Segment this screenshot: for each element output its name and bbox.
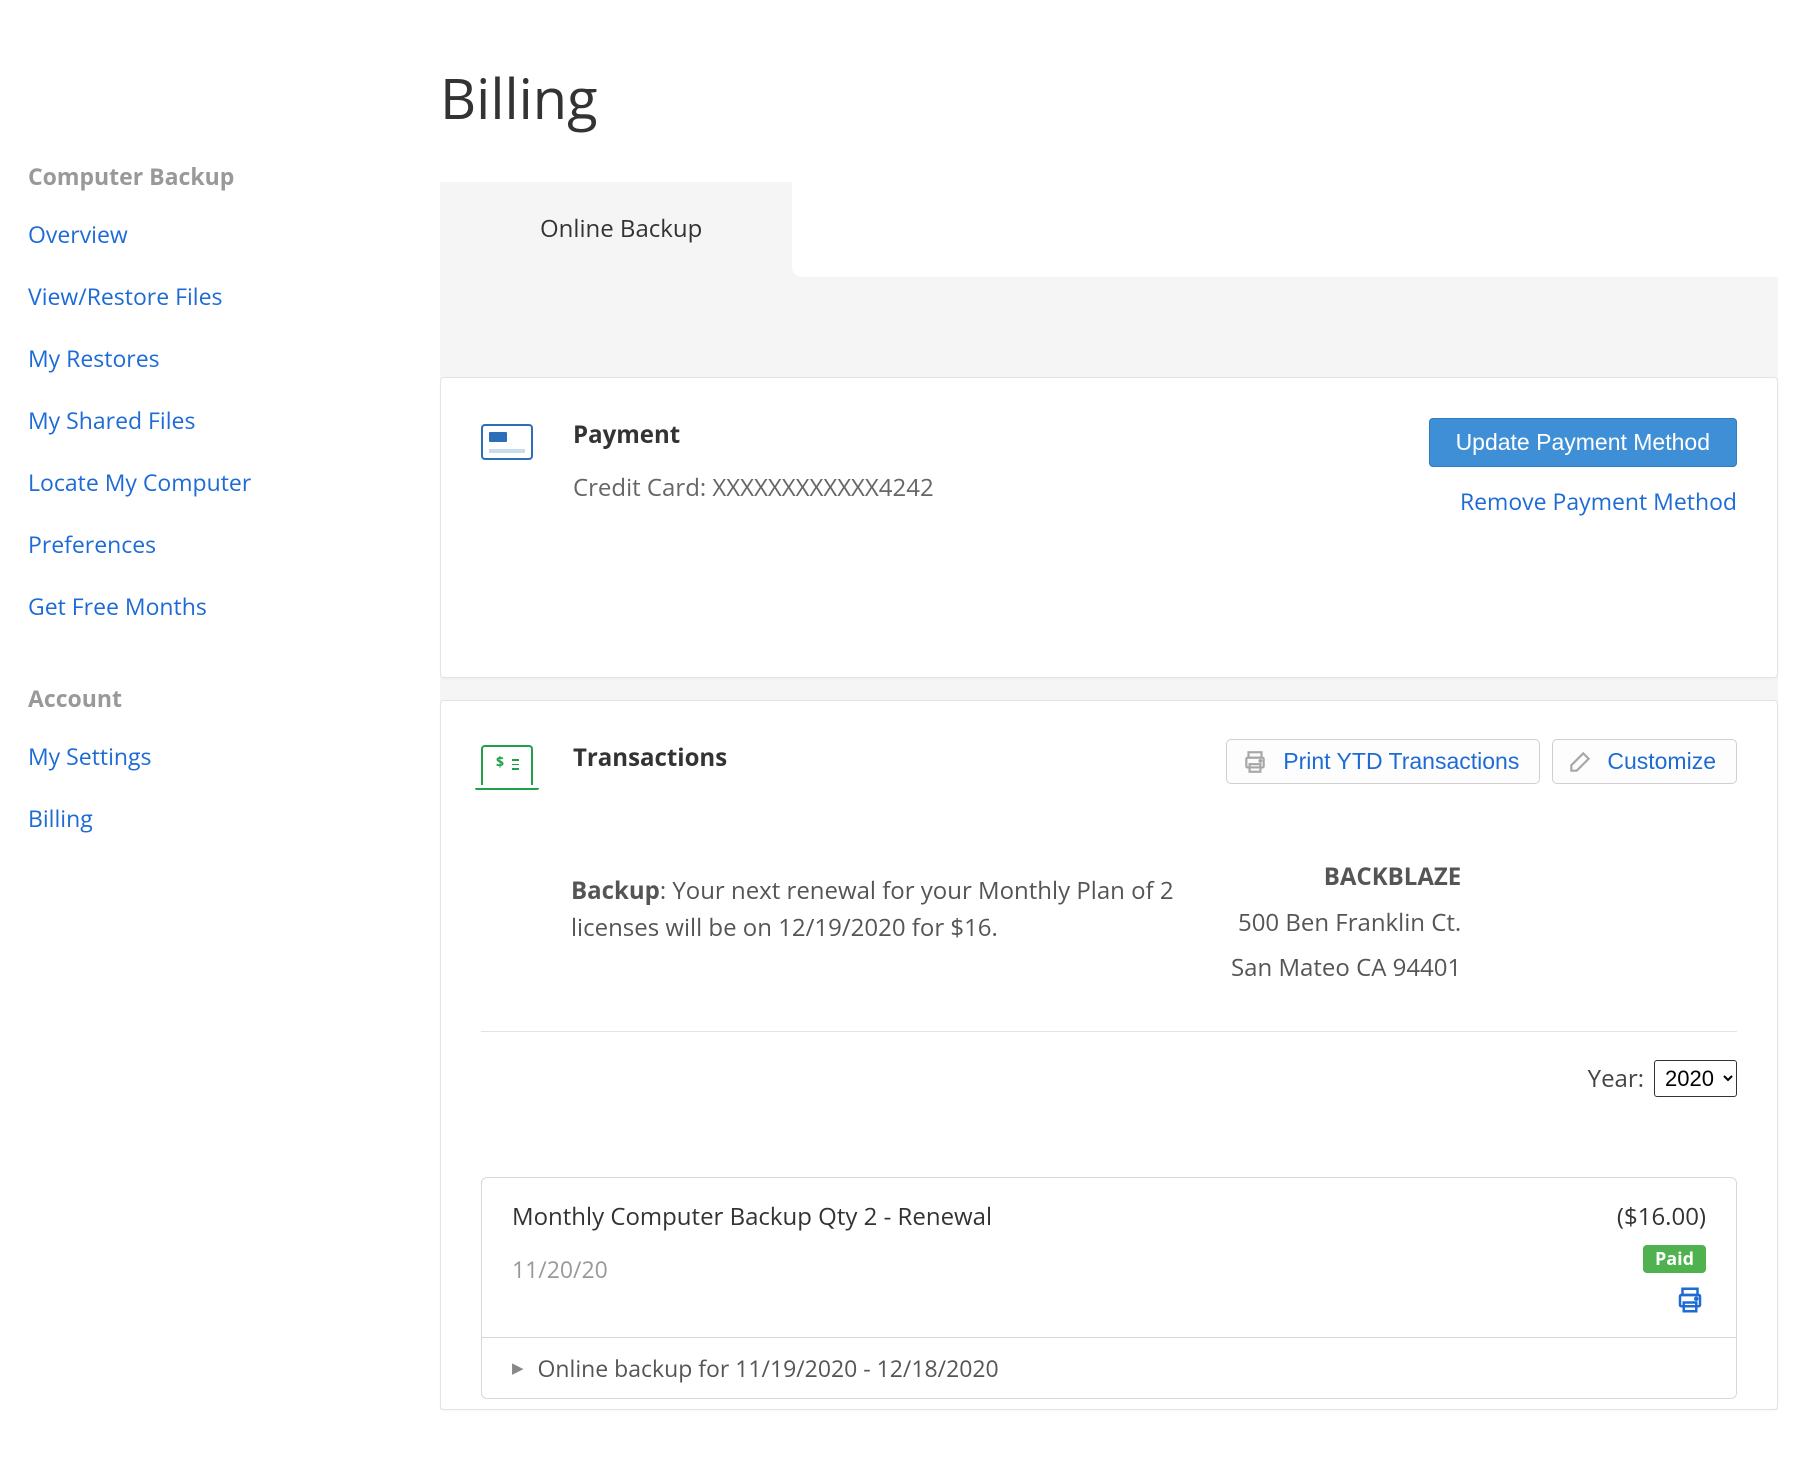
print-icon xyxy=(1241,749,1269,775)
sidebar-section-account: Account xyxy=(28,682,410,714)
chevron-right-icon: ▶ xyxy=(512,1358,524,1378)
transaction-detail-toggle[interactable]: ▶ Online backup for 11/19/2020 - 12/18/2… xyxy=(482,1337,1736,1398)
company-addr2: San Mateo CA 94401 xyxy=(1231,945,1461,991)
page-title: Billing xyxy=(440,60,1778,136)
sidebar-item-overview[interactable]: Overview xyxy=(28,218,410,250)
paid-badge: Paid xyxy=(1643,1245,1706,1273)
transaction-detail-text: Online backup for 11/19/2020 - 12/18/202… xyxy=(538,1352,999,1384)
sidebar-item-locate-my-computer[interactable]: Locate My Computer xyxy=(28,466,410,498)
print-transaction-icon[interactable] xyxy=(1674,1285,1706,1315)
update-payment-button[interactable]: Update Payment Method xyxy=(1429,418,1737,467)
renewal-text: : Your next renewal for your Monthly Pla… xyxy=(571,874,1174,944)
renewal-info: Backup: Your next renewal for your Month… xyxy=(571,854,1191,946)
sidebar-item-preferences[interactable]: Preferences xyxy=(28,528,410,560)
transaction-date: 11/20/20 xyxy=(512,1253,992,1285)
transactions-title: Transactions xyxy=(573,741,1190,774)
sidebar-item-get-free-months[interactable]: Get Free Months xyxy=(28,590,410,622)
credit-card-icon xyxy=(481,424,533,460)
company-addr1: 500 Ben Franklin Ct. xyxy=(1231,900,1461,946)
renewal-label: Backup xyxy=(571,874,660,907)
pencil-icon xyxy=(1567,749,1593,775)
customize-button[interactable]: Customize xyxy=(1552,739,1737,784)
tab-online-backup[interactable]: Online Backup xyxy=(440,182,792,277)
payment-card: Payment Credit Card: XXXXXXXXXXXX4242 Up… xyxy=(440,377,1778,678)
transactions-card: $ Transactions Print YTD Transactions xyxy=(440,700,1778,1410)
year-label: Year: xyxy=(1588,1062,1644,1095)
remove-payment-link[interactable]: Remove Payment Method xyxy=(1460,485,1737,517)
transaction-title: Monthly Computer Backup Qty 2 - Renewal xyxy=(512,1200,992,1233)
sidebar-item-billing[interactable]: Billing xyxy=(28,802,410,834)
sidebar-item-my-shared-files[interactable]: My Shared Files xyxy=(28,404,410,436)
tab-bar: Online Backup xyxy=(440,182,1778,277)
payment-title: Payment xyxy=(573,418,1393,451)
sidebar: Computer Backup Overview View/Restore Fi… xyxy=(0,0,410,1432)
transaction-amount: ($16.00) xyxy=(1617,1200,1706,1233)
sidebar-item-my-settings[interactable]: My Settings xyxy=(28,740,410,772)
year-select[interactable]: 2020 xyxy=(1654,1060,1737,1097)
sidebar-item-my-restores[interactable]: My Restores xyxy=(28,342,410,374)
company-name: BACKBLAZE xyxy=(1231,854,1461,900)
sidebar-item-view-restore[interactable]: View/Restore Files xyxy=(28,280,410,312)
sidebar-section-computer-backup: Computer Backup xyxy=(28,160,410,192)
payment-card-number: Credit Card: XXXXXXXXXXXX4242 xyxy=(573,471,1393,504)
main-content: Billing Online Backup Payment Credit Car… xyxy=(410,0,1798,1432)
tab-container: Online Backup Payment Credit Card: XXXXX… xyxy=(440,182,1778,1410)
transaction-item: Monthly Computer Backup Qty 2 - Renewal … xyxy=(481,1177,1737,1399)
print-ytd-button[interactable]: Print YTD Transactions xyxy=(1226,739,1540,784)
transactions-icon: $ xyxy=(481,745,533,785)
print-ytd-label: Print YTD Transactions xyxy=(1283,748,1519,775)
customize-label: Customize xyxy=(1607,748,1716,775)
